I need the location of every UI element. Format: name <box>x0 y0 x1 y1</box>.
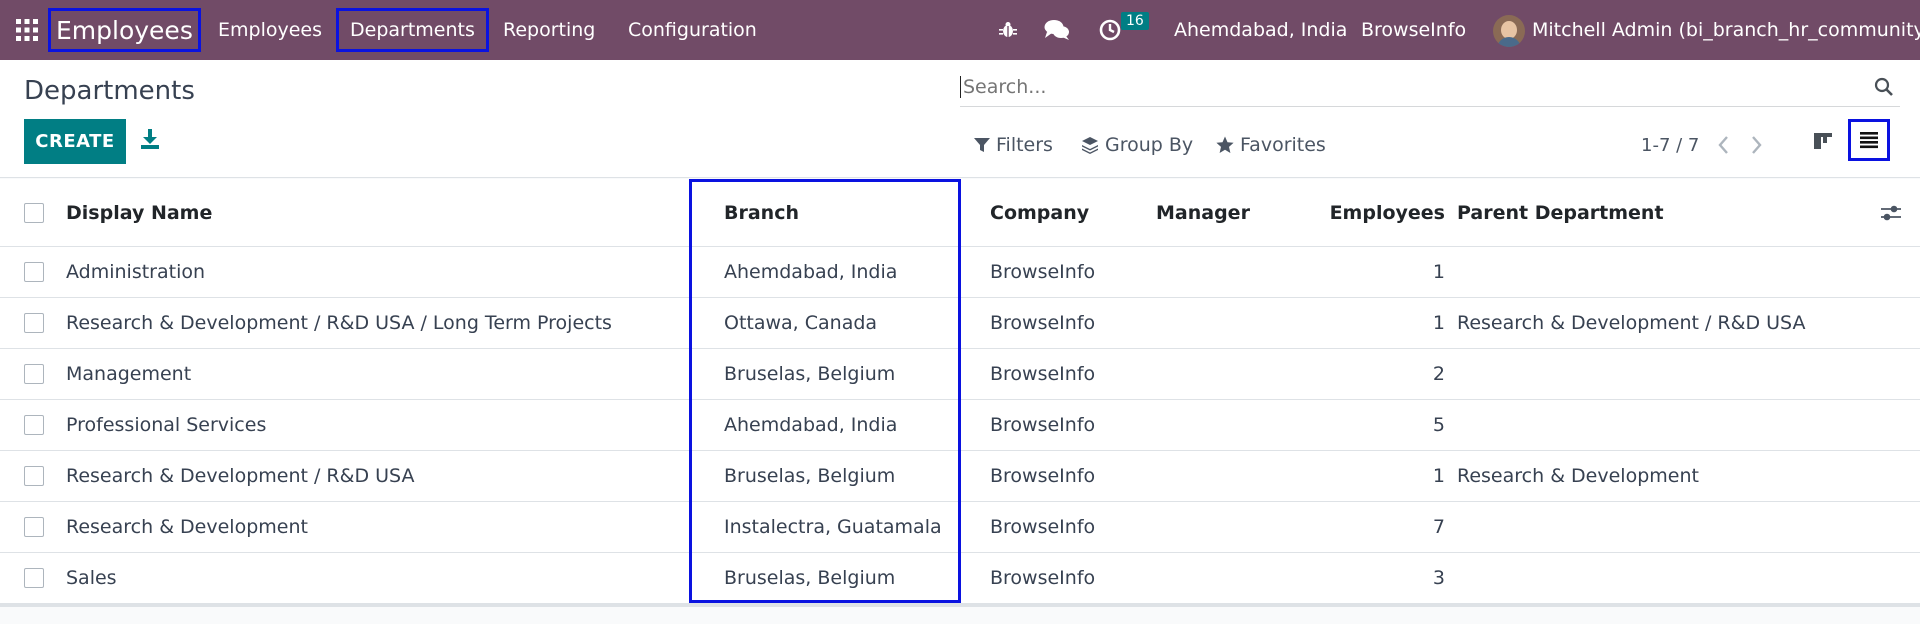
kanban-view-icon[interactable] <box>1802 120 1844 162</box>
table-row[interactable]: Research & Development / R&D USA / Long … <box>0 298 1920 349</box>
cell-branch: Bruselas, Belgium <box>724 567 896 589</box>
table-row[interactable]: Research & Development / R&D USA Bruselas… <box>0 451 1920 502</box>
cell-branch: Bruselas, Belgium <box>724 363 896 385</box>
nav-departments[interactable]: Departments <box>336 8 489 52</box>
filter-icon <box>974 138 990 152</box>
filters-button[interactable]: Filters <box>974 130 1053 160</box>
column-options-icon[interactable] <box>1880 179 1902 246</box>
table-row[interactable]: Sales Bruselas, Belgium BrowseInfo 3 <box>0 553 1920 604</box>
table-header: Display Name Branch Company Manager Empl… <box>0 179 1920 247</box>
nav-configuration[interactable]: Configuration <box>628 0 757 60</box>
row-checkbox[interactable] <box>24 466 44 486</box>
row-checkbox[interactable] <box>24 568 44 588</box>
cell-display-name: Professional Services <box>66 414 267 436</box>
cell-branch: Ahemdabad, India <box>724 261 898 283</box>
groupby-button[interactable]: Group By <box>1081 130 1193 160</box>
cell-parent-department: Research & Development <box>1457 465 1699 487</box>
col-display-name[interactable]: Display Name <box>66 179 212 246</box>
table-row[interactable]: Management Bruselas, Belgium BrowseInfo 2 <box>0 349 1920 400</box>
nav-employees[interactable]: Employees <box>218 0 322 60</box>
chevron-left-icon[interactable] <box>1714 134 1734 156</box>
cell-display-name: Research & Development <box>66 516 308 538</box>
cell-parent-department: Research & Development / R&D USA <box>1457 312 1806 334</box>
departments-table: Display Name Branch Company Manager Empl… <box>0 179 1920 604</box>
top-navbar: Employees Employees Departments Reportin… <box>0 0 1920 60</box>
list-view-icon[interactable] <box>1848 119 1890 161</box>
row-checkbox[interactable] <box>24 313 44 333</box>
control-panel: Departments CREATE Filters Group By Favo… <box>0 60 1920 178</box>
cell-branch: Bruselas, Belgium <box>724 465 896 487</box>
activity-clock-icon[interactable] <box>1099 0 1121 60</box>
col-company[interactable]: Company <box>990 179 1089 246</box>
row-checkbox[interactable] <box>24 364 44 384</box>
table-bottom-border <box>0 604 1920 607</box>
cell-company: BrowseInfo <box>990 516 1096 538</box>
branch-switcher[interactable]: Ahemdabad, India <box>1174 0 1347 60</box>
create-button[interactable]: CREATE <box>24 119 126 164</box>
cell-company: BrowseInfo <box>990 312 1096 334</box>
col-manager[interactable]: Manager <box>1156 179 1250 246</box>
bug-icon[interactable] <box>998 0 1018 60</box>
cell-display-name: Sales <box>66 567 117 589</box>
cell-employees: 3 <box>1432 567 1445 589</box>
cell-employees: 1 <box>1432 261 1445 283</box>
cell-display-name: Management <box>66 363 192 385</box>
app-brand[interactable]: Employees <box>48 8 201 52</box>
page-title: Departments <box>24 76 195 106</box>
row-checkbox[interactable] <box>24 415 44 435</box>
col-parent-department[interactable]: Parent Department <box>1457 179 1664 246</box>
filters-label: Filters <box>996 134 1053 156</box>
search-icon[interactable] <box>1874 77 1894 101</box>
table-row[interactable]: Research & Development Instalectra, Guata… <box>0 502 1920 553</box>
cell-employees: 1 <box>1432 312 1445 334</box>
company-switcher[interactable]: BrowseInfo <box>1361 0 1466 60</box>
cell-employees: 5 <box>1432 414 1445 436</box>
layers-icon <box>1082 137 1098 154</box>
pager-value[interactable]: 1-7 / 7 <box>1641 130 1699 160</box>
chevron-right-icon[interactable] <box>1746 134 1766 156</box>
cell-branch: Instalectra, Guatamala <box>724 516 942 538</box>
table-row[interactable]: Administration Ahemdabad, India BrowseInfo… <box>0 247 1920 298</box>
cell-company: BrowseInfo <box>990 465 1096 487</box>
apps-menu-icon[interactable] <box>16 0 40 60</box>
nav-reporting[interactable]: Reporting <box>503 0 595 60</box>
user-avatar[interactable] <box>1493 15 1525 47</box>
cell-employees: 2 <box>1432 363 1445 385</box>
search-bar[interactable] <box>960 67 1900 107</box>
cell-employees: 7 <box>1432 516 1445 538</box>
cell-display-name: Administration <box>66 261 206 283</box>
user-menu[interactable]: Mitchell Admin (bi_branch_hr_community) <box>1532 0 1920 60</box>
chat-icon[interactable] <box>1044 0 1070 60</box>
cell-employees: 1 <box>1432 465 1445 487</box>
favorites-label: Favorites <box>1240 134 1326 156</box>
cell-company: BrowseInfo <box>990 414 1096 436</box>
cell-company: BrowseInfo <box>990 261 1096 283</box>
cell-display-name: Research & Development / R&D USA / Long … <box>66 312 612 334</box>
star-icon <box>1216 136 1234 153</box>
activity-count-badge: 16 <box>1121 12 1149 30</box>
row-checkbox[interactable] <box>24 517 44 537</box>
cell-company: BrowseInfo <box>990 363 1096 385</box>
search-input[interactable] <box>960 75 1840 98</box>
download-icon[interactable] <box>140 128 162 152</box>
cell-company: BrowseInfo <box>990 567 1096 589</box>
row-checkbox[interactable] <box>24 262 44 282</box>
cell-display-name: Research & Development / R&D USA <box>66 465 415 487</box>
col-employees[interactable]: Employees <box>1300 179 1445 246</box>
table-row[interactable]: Professional Services Ahemdabad, India Bro… <box>0 400 1920 451</box>
cell-branch: Ahemdabad, India <box>724 414 898 436</box>
groupby-label: Group By <box>1105 134 1194 156</box>
cell-branch: Ottawa, Canada <box>724 312 878 334</box>
col-branch[interactable]: Branch <box>724 179 799 246</box>
select-all-checkbox[interactable] <box>24 202 44 223</box>
favorites-button[interactable]: Favorites <box>1216 130 1326 160</box>
